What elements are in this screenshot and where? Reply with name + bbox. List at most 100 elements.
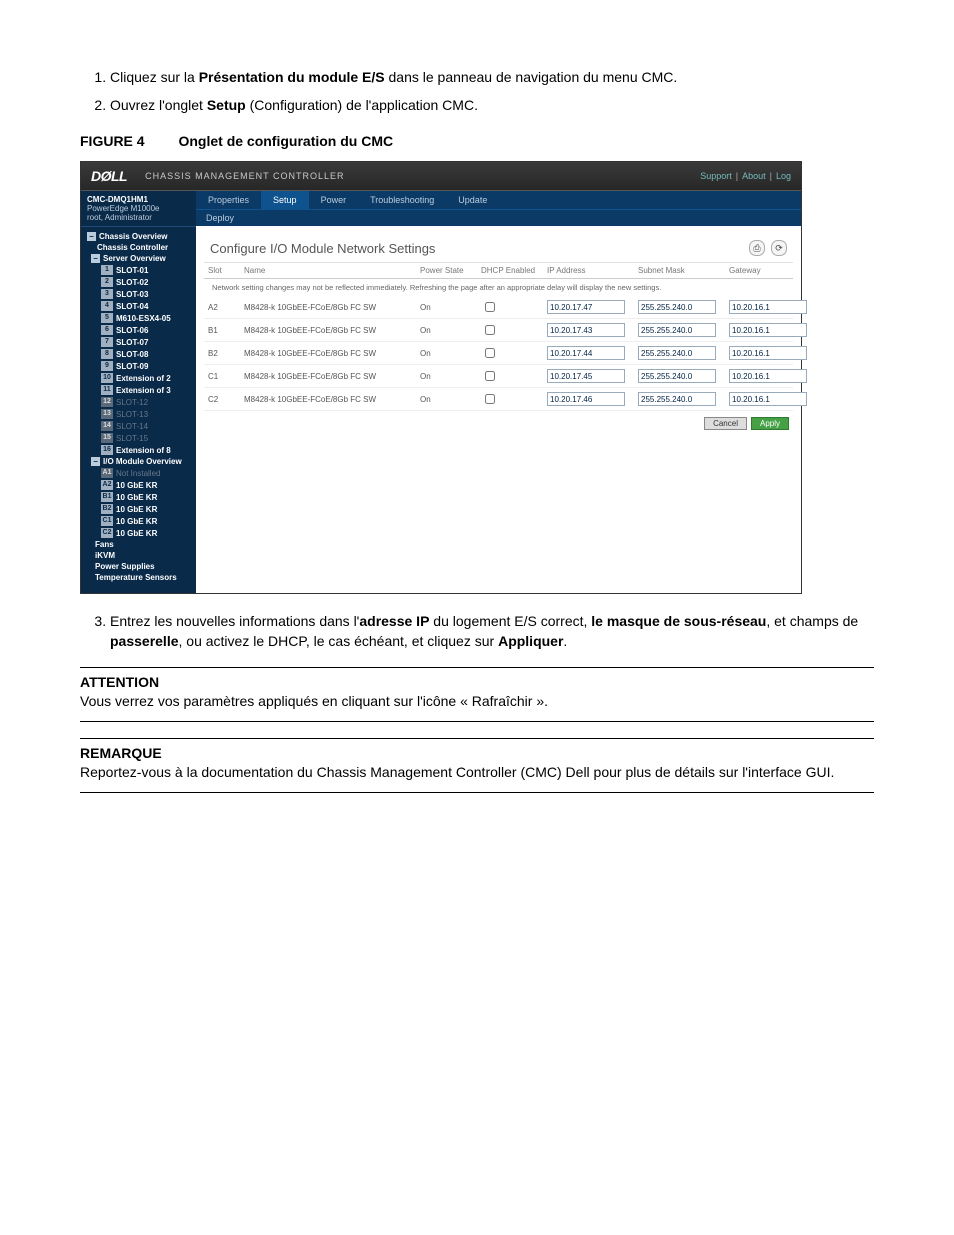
dell-logo: DØLL <box>91 168 127 184</box>
ip-input[interactable] <box>547 323 625 337</box>
instruction-list-cont: Entrez les nouvelles informations dans l… <box>80 612 874 651</box>
gateway-input[interactable] <box>729 369 807 383</box>
ip-input[interactable] <box>547 392 625 406</box>
link-about[interactable]: About <box>742 171 766 181</box>
slot-label: SLOT-14 <box>116 422 148 431</box>
slot-badge: 8 <box>101 349 113 359</box>
tree-slot[interactable]: 6SLOT-06 <box>85 324 192 336</box>
tab-troubleshooting[interactable]: Troubleshooting <box>358 191 446 209</box>
collapse-icon[interactable]: − <box>91 457 100 466</box>
dhcp-checkbox[interactable] <box>485 348 495 358</box>
cell-power: On <box>420 303 475 312</box>
tree-slot[interactable]: 2SLOT-02 <box>85 276 192 288</box>
slot-badge: 16 <box>101 445 113 455</box>
slot-label: SLOT-04 <box>116 302 148 311</box>
subtab-deploy[interactable]: Deploy <box>196 210 244 226</box>
refresh-icon[interactable]: ⟳ <box>771 240 787 256</box>
tree-chassis-overview[interactable]: − Chassis Overview <box>85 231 192 242</box>
link-support[interactable]: Support <box>700 171 732 181</box>
gateway-input[interactable] <box>729 392 807 406</box>
subnet-input[interactable] <box>638 369 716 383</box>
tree-slot[interactable]: 11Extension of 3 <box>85 384 192 396</box>
tree-io-module-overview[interactable]: − I/O Module Overview <box>85 456 192 467</box>
cmc-main: PropertiesSetupPowerTroubleshootingUpdat… <box>196 191 801 593</box>
collapse-icon[interactable]: − <box>91 254 100 263</box>
iom-label: 10 GbE KR <box>116 481 157 490</box>
tree-slot[interactable]: 7SLOT-07 <box>85 336 192 348</box>
subnet-input[interactable] <box>638 323 716 337</box>
ip-input[interactable] <box>547 346 625 360</box>
tree-slot[interactable]: 9SLOT-09 <box>85 360 192 372</box>
iom-label: Not Installed <box>116 469 160 478</box>
iom-badge: A1 <box>101 468 113 478</box>
tree-slot[interactable]: 4SLOT-04 <box>85 300 192 312</box>
slot-badge: 5 <box>101 313 113 323</box>
gateway-input[interactable] <box>729 346 807 360</box>
dhcp-checkbox[interactable] <box>485 394 495 404</box>
io-grid: Slot Name Power State DHCP Enabled IP Ad… <box>204 263 793 436</box>
tree-fans[interactable]: Fans <box>85 539 192 550</box>
grid-note: Network setting changes may not be refle… <box>204 279 793 296</box>
cancel-button[interactable]: Cancel <box>704 417 747 430</box>
dhcp-checkbox[interactable] <box>485 325 495 335</box>
collapse-icon[interactable]: − <box>87 232 96 241</box>
tab-properties[interactable]: Properties <box>196 191 261 209</box>
tree-iom[interactable]: A1Not Installed <box>85 467 192 479</box>
apply-button[interactable]: Apply <box>751 417 789 430</box>
navigation-tree: − Chassis Overview Chassis Controller − … <box>81 227 196 587</box>
slot-label: Extension of 2 <box>116 374 171 383</box>
tree-iom[interactable]: C210 GbE KR <box>85 527 192 539</box>
tree-slot[interactable]: 12SLOT-12 <box>85 396 192 408</box>
tree-power-supplies[interactable]: Power Supplies <box>85 561 192 572</box>
tree-slot[interactable]: 5M610-ESX4-05 <box>85 312 192 324</box>
tree-temperature-sensors[interactable]: Temperature Sensors <box>85 572 192 583</box>
iom-badge: B1 <box>101 492 113 502</box>
iom-badge: C1 <box>101 516 113 526</box>
cell-name: M8428-k 10GbEE-FCoE/8Gb FC SW <box>244 349 414 358</box>
tree-iom[interactable]: B110 GbE KR <box>85 491 192 503</box>
iom-badge: B2 <box>101 504 113 514</box>
tree-slot[interactable]: 15SLOT-15 <box>85 432 192 444</box>
gateway-input[interactable] <box>729 300 807 314</box>
cell-slot: B2 <box>208 349 238 358</box>
tree-chassis-controller[interactable]: Chassis Controller <box>85 242 192 253</box>
attention-block: ATTENTION Vous verrez vos paramètres app… <box>80 667 874 722</box>
cell-power: On <box>420 349 475 358</box>
tree-slot[interactable]: 3SLOT-03 <box>85 288 192 300</box>
slot-badge: 10 <box>101 373 113 383</box>
link-log[interactable]: Log <box>776 171 791 181</box>
tree-slot[interactable]: 8SLOT-08 <box>85 348 192 360</box>
tree-iom[interactable]: A210 GbE KR <box>85 479 192 491</box>
cmc-window: DØLL CHASSIS MANAGEMENT CONTROLLER Suppo… <box>80 161 802 594</box>
tree-slot[interactable]: 16Extension of 8 <box>85 444 192 456</box>
tree-slot[interactable]: 1SLOT-01 <box>85 264 192 276</box>
table-row: A2M8428-k 10GbEE-FCoE/8Gb FC SWOn <box>204 296 793 319</box>
tab-setup[interactable]: Setup <box>261 191 309 209</box>
tree-slot[interactable]: 14SLOT-14 <box>85 420 192 432</box>
tree-iom[interactable]: C110 GbE KR <box>85 515 192 527</box>
subnet-input[interactable] <box>638 300 716 314</box>
tree-ikvm[interactable]: iKVM <box>85 550 192 561</box>
dhcp-checkbox[interactable] <box>485 371 495 381</box>
tree-slot[interactable]: 10Extension of 2 <box>85 372 192 384</box>
subnet-input[interactable] <box>638 346 716 360</box>
ip-input[interactable] <box>547 369 625 383</box>
ip-input[interactable] <box>547 300 625 314</box>
slot-label: SLOT-12 <box>116 398 148 407</box>
slot-badge: 11 <box>101 385 113 395</box>
subnet-input[interactable] <box>638 392 716 406</box>
tree-iom[interactable]: B210 GbE KR <box>85 503 192 515</box>
tab-update[interactable]: Update <box>446 191 499 209</box>
cell-power: On <box>420 326 475 335</box>
dhcp-checkbox[interactable] <box>485 302 495 312</box>
print-icon[interactable]: ⎙ <box>749 240 765 256</box>
cell-name: M8428-k 10GbEE-FCoE/8Gb FC SW <box>244 372 414 381</box>
slot-badge: 2 <box>101 277 113 287</box>
tab-power[interactable]: Power <box>309 191 359 209</box>
gateway-input[interactable] <box>729 323 807 337</box>
slot-badge: 15 <box>101 433 113 443</box>
tree-server-overview[interactable]: − Server Overview <box>85 253 192 264</box>
sidebar-identity: CMC-DMQ1HM1 PowerEdge M1000e root, Admin… <box>81 191 196 227</box>
grid-header: Slot Name Power State DHCP Enabled IP Ad… <box>204 263 793 279</box>
tree-slot[interactable]: 13SLOT-13 <box>85 408 192 420</box>
